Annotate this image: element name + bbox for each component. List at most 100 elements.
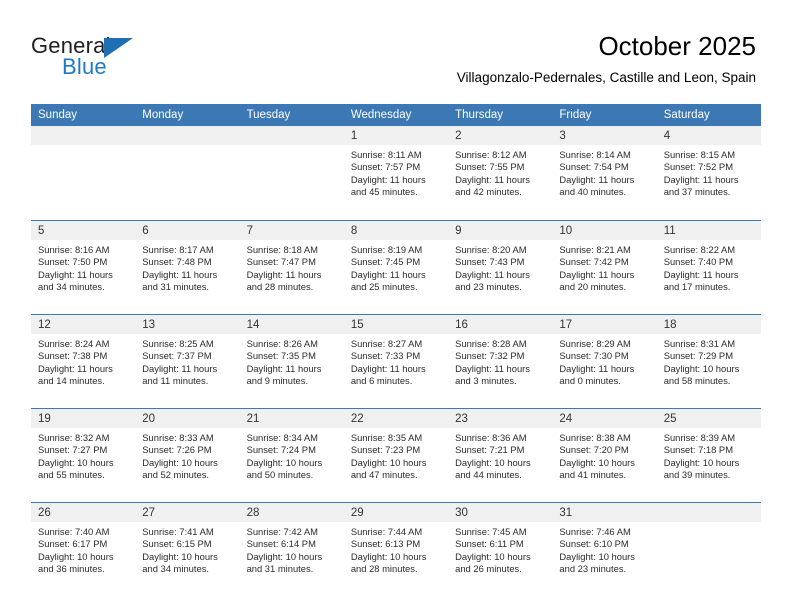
day-number-band: 31 [552, 503, 657, 522]
day-details: Sunrise: 8:39 AM Sunset: 7:18 PM Dayligh… [657, 428, 761, 482]
sunrise-text: Sunrise: 8:15 AM [663, 149, 736, 160]
day-cell[interactable]: 15 Sunrise: 8:27 AM Sunset: 7:33 PM Dayl… [343, 315, 449, 408]
day-cell[interactable]: 9 Sunrise: 8:20 AM Sunset: 7:43 PM Dayli… [448, 221, 553, 314]
day-number-band: 30 [448, 503, 553, 522]
sunset-text: Sunset: 7:42 PM [559, 256, 629, 268]
day-cell[interactable]: 8 Sunrise: 8:19 AM Sunset: 7:45 PM Dayli… [343, 221, 449, 314]
day-cell[interactable]: 10 Sunrise: 8:21 AM Sunset: 7:42 PM Dayl… [552, 221, 657, 314]
daylight-text-line1: Daylight: 10 hours [350, 456, 427, 468]
daylight-text-line1: Daylight: 10 hours [663, 456, 740, 468]
day-cell[interactable]: 6 Sunrise: 8:17 AM Sunset: 7:48 PM Dayli… [135, 221, 240, 314]
day-details: Sunrise: 8:22 AM Sunset: 7:40 PM Dayligh… [657, 240, 761, 294]
logo-text-blue: Blue [62, 54, 107, 79]
sunrise-text: Sunrise: 8:20 AM [455, 244, 527, 255]
day-cell[interactable]: 23 Sunrise: 8:36 AM Sunset: 7:21 PM Dayl… [448, 409, 553, 502]
day-cell[interactable]: 17 Sunrise: 8:29 AM Sunset: 7:30 PM Dayl… [552, 315, 657, 408]
day-details: Sunrise: 8:36 AM Sunset: 7:21 PM Dayligh… [448, 428, 552, 482]
day-number-band: 25 [656, 409, 761, 428]
daylight-text-line1: Daylight: 11 hours [455, 173, 530, 185]
day-cell[interactable] [31, 126, 136, 220]
sunset-text: Sunset: 7:24 PM [246, 444, 316, 456]
daylight-text-line1: Daylight: 10 hours [38, 550, 114, 562]
calendar-week-row: 26 Sunrise: 7:40 AM Sunset: 6:17 PM Dayl… [31, 502, 761, 596]
weekday-header-thursday: Thursday [455, 109, 504, 121]
day-number: 19 [38, 413, 51, 425]
day-number-band [239, 126, 344, 145]
day-cell[interactable]: 30 Sunrise: 7:45 AM Sunset: 6:11 PM Dayl… [448, 503, 553, 596]
day-cell[interactable] [239, 126, 344, 220]
sunset-text: Sunset: 7:47 PM [246, 256, 316, 268]
day-cell[interactable]: 29 Sunrise: 7:44 AM Sunset: 6:13 PM Dayl… [343, 503, 449, 596]
sunset-text: Sunset: 7:40 PM [663, 256, 733, 268]
day-cell[interactable]: 24 Sunrise: 8:38 AM Sunset: 7:20 PM Dayl… [552, 409, 657, 502]
day-number-band: 8 [343, 221, 449, 240]
day-number-band: 23 [448, 409, 553, 428]
day-number: 21 [246, 413, 260, 425]
day-cell[interactable]: 22 Sunrise: 8:35 AM Sunset: 7:23 PM Dayl… [343, 409, 449, 502]
daylight-text-line2: and 55 minutes. [38, 469, 105, 481]
calendar-week-row: 12 Sunrise: 8:24 AM Sunset: 7:38 PM Dayl… [31, 314, 761, 408]
day-cell[interactable] [135, 126, 240, 220]
day-number-band [656, 503, 761, 522]
day-cell[interactable]: 4 Sunrise: 8:15 AM Sunset: 7:52 PM Dayli… [656, 126, 761, 220]
daylight-text-line2: and 52 minutes. [142, 469, 209, 481]
page-header: General Blue October 2025 Villagonzalo-P… [0, 0, 792, 100]
day-number-band: 27 [135, 503, 240, 522]
day-cell[interactable]: 16 Sunrise: 8:28 AM Sunset: 7:32 PM Dayl… [448, 315, 553, 408]
daylight-text-line2: and 41 minutes. [559, 469, 627, 481]
sunset-text: Sunset: 7:55 PM [455, 161, 525, 173]
daylight-text-line2: and 0 minutes. [559, 375, 621, 387]
day-cell[interactable]: 7 Sunrise: 8:18 AM Sunset: 7:47 PM Dayli… [239, 221, 344, 314]
day-cell[interactable]: 14 Sunrise: 8:26 AM Sunset: 7:35 PM Dayl… [239, 315, 344, 408]
day-details: Sunrise: 8:29 AM Sunset: 7:30 PM Dayligh… [552, 334, 656, 388]
sunset-text: Sunset: 6:17 PM [38, 538, 108, 550]
day-cell[interactable]: 18 Sunrise: 8:31 AM Sunset: 7:29 PM Dayl… [656, 315, 761, 408]
day-cell[interactable]: 2 Sunrise: 8:12 AM Sunset: 7:55 PM Dayli… [448, 126, 553, 220]
daylight-text-line1: Daylight: 11 hours [38, 268, 113, 280]
day-cell[interactable]: 5 Sunrise: 8:16 AM Sunset: 7:50 PM Dayli… [31, 221, 136, 314]
day-details: Sunrise: 8:35 AM Sunset: 7:23 PM Dayligh… [344, 428, 448, 482]
daylight-text-line1: Daylight: 11 hours [455, 268, 530, 280]
sunrise-text: Sunrise: 8:31 AM [663, 338, 736, 349]
daylight-text-line1: Daylight: 10 hours [559, 456, 635, 468]
day-cell[interactable]: 11 Sunrise: 8:22 AM Sunset: 7:40 PM Dayl… [656, 221, 761, 314]
calendar-page: General Blue October 2025 Villagonzalo-P… [0, 0, 792, 612]
sunrise-text: Sunrise: 8:27 AM [350, 338, 423, 349]
title-block: October 2025 Villagonzalo-Pedernales, Ca… [457, 30, 756, 86]
sunset-text: Sunset: 7:43 PM [455, 256, 525, 268]
sunset-text: Sunset: 7:23 PM [350, 444, 421, 456]
day-number-band [31, 126, 136, 145]
sunrise-text: Sunrise: 8:28 AM [455, 338, 527, 349]
day-cell[interactable]: 13 Sunrise: 8:25 AM Sunset: 7:37 PM Dayl… [135, 315, 240, 408]
day-cell[interactable]: 31 Sunrise: 7:46 AM Sunset: 6:10 PM Dayl… [552, 503, 657, 596]
day-details: Sunrise: 7:42 AM Sunset: 6:14 PM Dayligh… [240, 522, 344, 576]
sunrise-text: Sunrise: 8:39 AM [663, 432, 736, 443]
day-cell[interactable]: 3 Sunrise: 8:14 AM Sunset: 7:54 PM Dayli… [552, 126, 657, 220]
day-cell[interactable]: 21 Sunrise: 8:34 AM Sunset: 7:24 PM Dayl… [239, 409, 344, 502]
sunrise-text: Sunrise: 7:44 AM [350, 526, 423, 537]
daylight-text-line1: Daylight: 11 hours [246, 362, 322, 374]
day-number: 27 [142, 507, 156, 519]
daylight-text-line1: Daylight: 11 hours [350, 362, 426, 374]
daylight-text-line2: and 58 minutes. [663, 375, 731, 387]
sunrise-text: Sunrise: 8:14 AM [559, 149, 631, 160]
daylight-text-line2: and 31 minutes. [142, 281, 209, 293]
daylight-text-line2: and 6 minutes. [350, 375, 413, 387]
day-number-band: 20 [135, 409, 240, 428]
day-cell[interactable]: 19 Sunrise: 8:32 AM Sunset: 7:27 PM Dayl… [31, 409, 136, 502]
daylight-text-line2: and 47 minutes. [350, 469, 418, 481]
daylight-text-line2: and 20 minutes. [559, 281, 627, 293]
day-cell[interactable]: 27 Sunrise: 7:41 AM Sunset: 6:15 PM Dayl… [135, 503, 240, 596]
day-cell[interactable]: 28 Sunrise: 7:42 AM Sunset: 6:14 PM Dayl… [239, 503, 344, 596]
daylight-text-line1: Daylight: 10 hours [455, 456, 531, 468]
daylight-text-line2: and 36 minutes. [38, 563, 105, 575]
day-details: Sunrise: 8:14 AM Sunset: 7:54 PM Dayligh… [552, 145, 656, 199]
day-details: Sunrise: 8:38 AM Sunset: 7:20 PM Dayligh… [552, 428, 656, 482]
day-cell[interactable]: 20 Sunrise: 8:33 AM Sunset: 7:26 PM Dayl… [135, 409, 240, 502]
day-cell[interactable]: 26 Sunrise: 7:40 AM Sunset: 6:17 PM Dayl… [31, 503, 136, 596]
day-cell[interactable] [656, 503, 761, 596]
day-cell[interactable]: 12 Sunrise: 8:24 AM Sunset: 7:38 PM Dayl… [31, 315, 136, 408]
daylight-text-line1: Daylight: 10 hours [559, 550, 635, 562]
day-cell[interactable]: 25 Sunrise: 8:39 AM Sunset: 7:18 PM Dayl… [656, 409, 761, 502]
day-cell[interactable]: 1 Sunrise: 8:11 AM Sunset: 7:57 PM Dayli… [343, 126, 449, 220]
